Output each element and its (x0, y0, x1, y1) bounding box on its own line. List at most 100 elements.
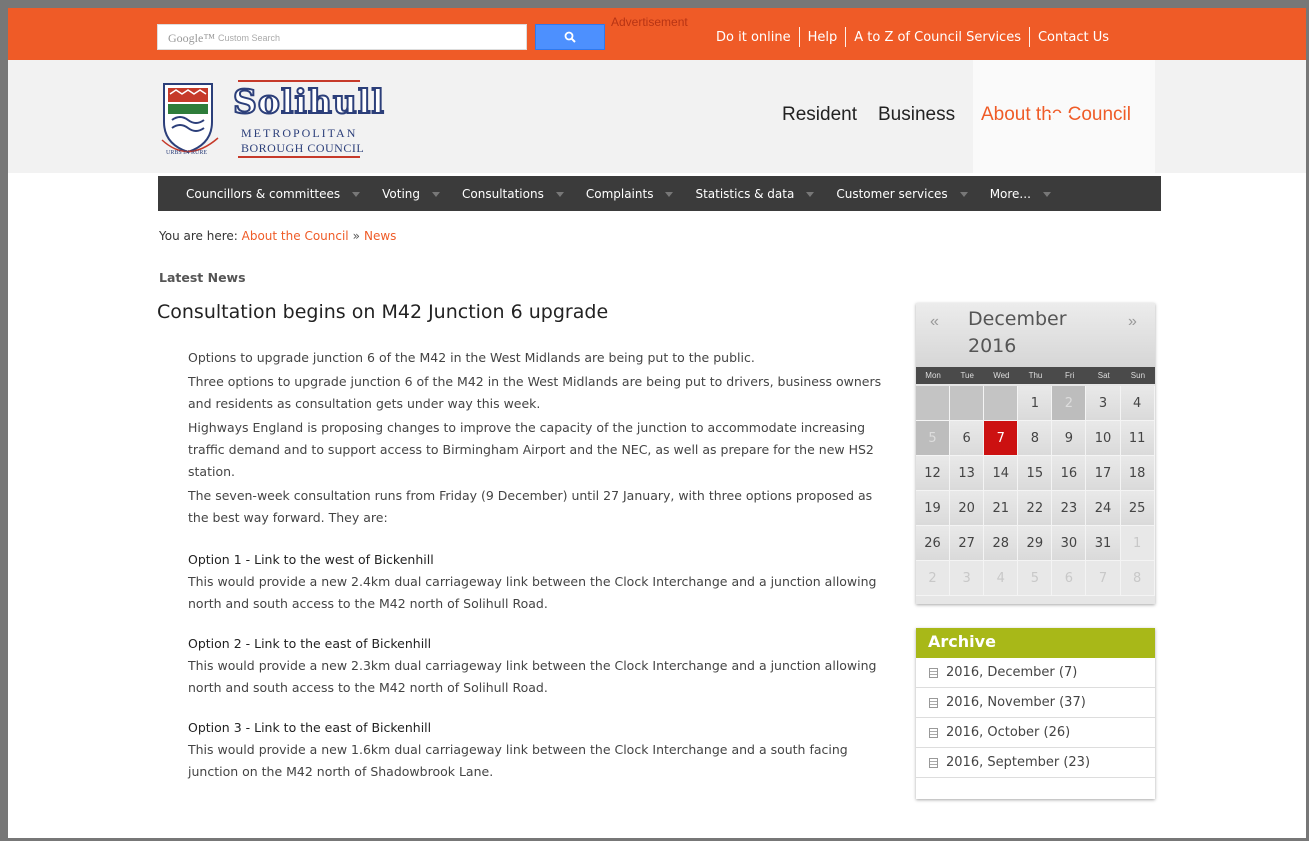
archive-title: Archive (916, 628, 1155, 658)
archive-item-label: 2016, October (26) (946, 725, 1071, 740)
option-heading: Option 1 - Link to the west of Bickenhil… (188, 552, 434, 567)
top-links: Do it online Help A to Z of Council Serv… (708, 27, 1117, 47)
calendar-day[interactable]: 15 (1018, 456, 1053, 491)
calendar-day[interactable]: 24 (1086, 491, 1121, 526)
calendar-day (950, 386, 985, 421)
calendar-day[interactable]: 4 (984, 561, 1019, 596)
calendar-day[interactable]: 19 (916, 491, 951, 526)
search-icon (564, 31, 576, 43)
calendar-next-button[interactable]: » (1128, 313, 1137, 331)
calendar-day[interactable]: 13 (950, 456, 985, 491)
breadcrumb-separator: » (352, 229, 360, 243)
archive-item-label: 2016, December (7) (946, 665, 1078, 680)
chevron-down-icon (959, 192, 968, 197)
calendar-day[interactable]: 16 (1052, 456, 1087, 491)
calendar-year: 2016 (968, 335, 1017, 357)
news-calendar: « December 2016 » Mon Tue Wed Thu Fri Sa… (916, 303, 1155, 604)
calendar-day[interactable]: 8 (1120, 561, 1155, 596)
help-link[interactable]: Help (800, 30, 846, 45)
article-paragraph: Options to upgrade junction 6 of the M42… (188, 350, 755, 365)
calendar-day[interactable]: 11 (1120, 421, 1155, 456)
subnav-voting[interactable]: Voting (382, 187, 441, 201)
chevron-down-icon (665, 192, 674, 197)
archive-item[interactable]: 2016, September (23) (916, 748, 1155, 778)
subnav-more[interactable]: More... (990, 187, 1051, 201)
calendar-day[interactable]: 12 (916, 456, 951, 491)
calendar-day[interactable]: 1 (1120, 526, 1155, 561)
article-paragraph: Highways England is proposing changes to… (188, 420, 874, 479)
calendar-day[interactable]: 23 (1052, 491, 1087, 526)
calendar-day[interactable]: 26 (916, 526, 951, 561)
calendar-day[interactable]: 31 (1086, 526, 1121, 561)
weekday-label: Mon (925, 371, 941, 380)
weekday-label: Thu (1028, 371, 1043, 380)
calendar-day[interactable]: 28 (984, 526, 1019, 561)
calendar-day[interactable]: 7 (1086, 561, 1121, 596)
calendar-day[interactable]: 17 (1086, 456, 1121, 491)
calendar-day[interactable]: 20 (950, 491, 985, 526)
archive-item[interactable]: 2016, October (26) (916, 718, 1155, 748)
calendar-day[interactable]: 2 (916, 561, 951, 596)
nav-resident[interactable]: Resident (782, 104, 857, 126)
google-logo: Google™ (168, 31, 216, 45)
council-logo[interactable]: URBS IN RURE Solihull METROPOLITAN BOROU… (158, 80, 385, 158)
calendar-header: « December 2016 » (916, 303, 1155, 367)
calendar-day[interactable]: 6 (1052, 561, 1087, 596)
calendar-day[interactable]: 22 (1018, 491, 1053, 526)
subnav-complaints[interactable]: Complaints (586, 187, 674, 201)
calendar-day[interactable]: 21 (984, 491, 1019, 526)
search-button[interactable] (535, 24, 605, 50)
chevron-down-icon (432, 192, 441, 197)
archive-item-label: 2016, November (37) (946, 695, 1086, 710)
calendar-day[interactable]: 3 (1086, 386, 1121, 421)
breadcrumb-about[interactable]: About the Council (242, 229, 349, 243)
site-header: URBS IN RURE Solihull METROPOLITAN BOROU… (8, 60, 1306, 173)
calendar-day[interactable]: 4 (1120, 386, 1155, 421)
nav-business[interactable]: Business (878, 104, 955, 126)
option-2: Option 2 - Link to the east of Bickenhil… (188, 633, 888, 699)
calendar-day[interactable]: 3 (950, 561, 985, 596)
option-3: Option 3 - Link to the east of Bickenhil… (188, 717, 888, 783)
subnav-statistics[interactable]: Statistics & data (695, 187, 815, 201)
calendar-day[interactable]: 25 (1120, 491, 1155, 526)
calendar-prev-button[interactable]: « (930, 313, 939, 331)
nav-pointer (1048, 113, 1072, 125)
logo-motto: URBS IN RURE (166, 150, 207, 156)
archive-item[interactable]: 2016, December (7) (916, 658, 1155, 688)
calendar-day[interactable]: 5 (916, 421, 951, 456)
calendar-day[interactable]: 27 (950, 526, 985, 561)
calendar-day[interactable]: 1 (1018, 386, 1053, 421)
calendar-day[interactable]: 6 (950, 421, 985, 456)
chevron-down-icon (806, 192, 815, 197)
calendar-day[interactable]: 10 (1086, 421, 1121, 456)
subnav-councillors[interactable]: Councillors & committees (186, 186, 361, 201)
calendar-day[interactable]: 29 (1018, 526, 1053, 561)
calendar-day[interactable]: 14 (984, 456, 1019, 491)
top-bar: Google™ Custom Search Advertisement Do i… (8, 8, 1306, 60)
calendar-day (984, 386, 1019, 421)
calendar-day[interactable]: 18 (1120, 456, 1155, 491)
divider (845, 27, 847, 47)
option-text: This would provide a new 2.4km dual carr… (188, 574, 877, 611)
do-it-online-link[interactable]: Do it online (708, 30, 799, 45)
subnav-label: Councillors & committees (186, 186, 341, 201)
calendar-day[interactable]: 9 (1052, 421, 1087, 456)
breadcrumb-news[interactable]: News (364, 229, 396, 243)
calendar-day[interactable]: 2 (1052, 386, 1087, 421)
subnav-customer-services[interactable]: Customer services (836, 187, 968, 201)
advertisement-label: Advertisement (611, 15, 688, 29)
contact-us-link[interactable]: Contact Us (1030, 30, 1117, 45)
subnav-consultations[interactable]: Consultations (462, 187, 564, 201)
calendar-day[interactable]: 5 (1018, 561, 1053, 596)
subnav-label: Consultations (462, 186, 544, 201)
a-to-z-link[interactable]: A to Z of Council Services (846, 30, 1029, 45)
document-icon (929, 727, 938, 738)
archive-item[interactable]: 2016, November (37) (916, 688, 1155, 718)
search-input[interactable]: Google™ Custom Search (157, 24, 527, 50)
logo-subtitle-2: BOROUGH COUNCIL (241, 141, 365, 155)
chevron-down-icon (1042, 192, 1051, 197)
calendar-day[interactable]: 8 (1018, 421, 1053, 456)
calendar-day-today[interactable]: 7 (984, 421, 1019, 456)
calendar-day[interactable]: 30 (1052, 526, 1087, 561)
calendar-month: December (968, 308, 1067, 330)
